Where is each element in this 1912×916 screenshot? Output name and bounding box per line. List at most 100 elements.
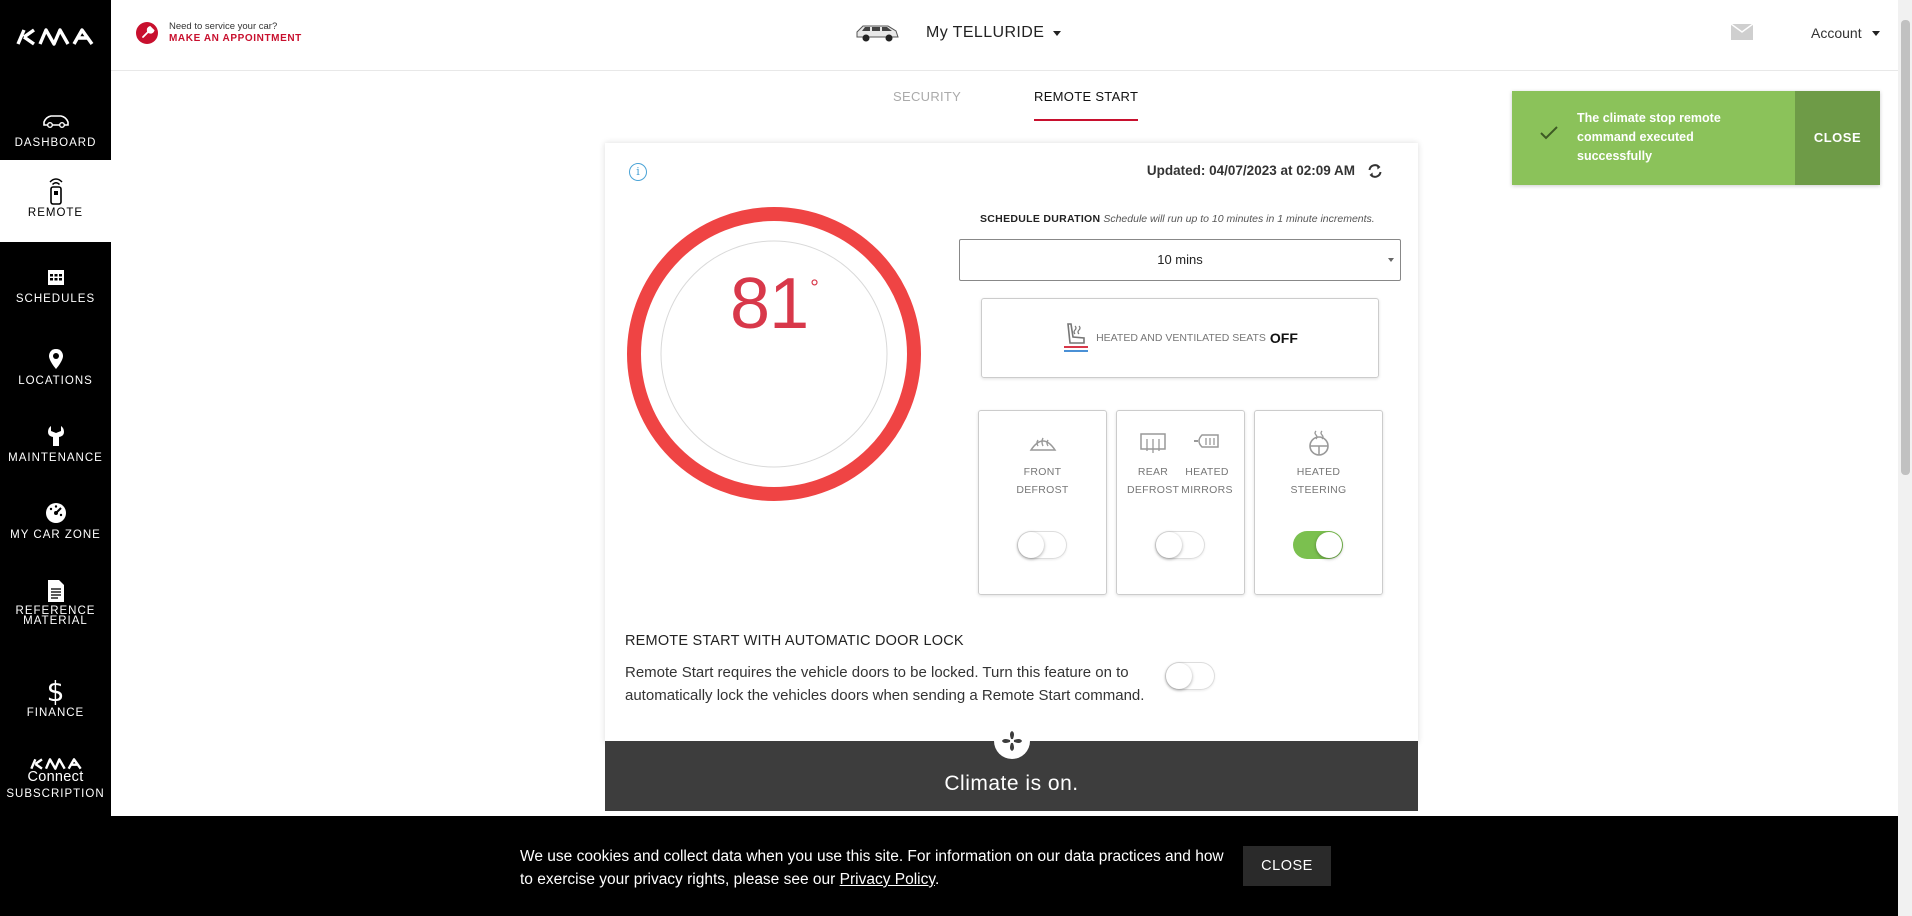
- service-text: Need to service your car? MAKE AN APPOIN…: [169, 21, 302, 45]
- tab-security[interactable]: SECURITY: [893, 89, 961, 104]
- temperature-number: 81: [730, 264, 809, 344]
- sidebar: DASHBOARD REMOTE SCHEDULES LOCATIONS MAI…: [0, 0, 111, 916]
- label-line-2: STEERING: [1290, 484, 1347, 496]
- sidebar-item-locations[interactable]: LOCATIONS: [0, 328, 111, 410]
- duration-select[interactable]: 10 mins: [959, 239, 1401, 281]
- door-lock-title: REMOTE START WITH AUTOMATIC DOOR LOCK: [625, 633, 964, 649]
- front-defrost-label: FRONT DEFROST: [979, 463, 1106, 499]
- sidebar-item-label: Connect SUBSCRIPTION: [0, 769, 111, 802]
- service-question: Need to service your car?: [169, 21, 278, 32]
- refresh-icon[interactable]: [1366, 162, 1384, 180]
- remote-key-icon: [0, 176, 111, 206]
- account-menu[interactable]: Account: [1811, 25, 1880, 41]
- heated-steering-icon: [1255, 429, 1382, 457]
- success-toast: The climate stop remote command executed…: [1512, 91, 1880, 185]
- sidebar-item-label: LOCATIONS: [18, 375, 93, 387]
- cookie-period: .: [934, 871, 940, 888]
- sidebar-item-maintenance[interactable]: MAINTENANCE: [0, 405, 111, 487]
- wrench-icon: [0, 421, 111, 451]
- heated-steering-label: HEATED STEERING: [1255, 463, 1382, 499]
- label-line-2: MATERIAL: [23, 615, 88, 627]
- front-defrost-option: FRONT DEFROST: [978, 410, 1107, 595]
- auto-door-lock-toggle[interactable]: [1165, 662, 1215, 690]
- seat-icon: [1064, 323, 1089, 352]
- schedule-duration-note: Schedule will run up to 10 minutes in 1 …: [1103, 213, 1375, 225]
- toggle-knob: [1156, 532, 1182, 558]
- label-line-1: REAR: [1137, 466, 1169, 478]
- cookie-banner: We use cookies and collect data when you…: [111, 816, 1912, 916]
- sidebar-item-connect-subscription[interactable]: Connect SUBSCRIPTION: [0, 745, 111, 827]
- heated-mirrors-label: HEATED MIRRORS: [1179, 463, 1235, 499]
- sidebar-item-remote[interactable]: REMOTE: [0, 160, 111, 242]
- location-pin-icon: [0, 344, 111, 374]
- chevron-down-icon: [1053, 30, 1062, 36]
- toggle-knob: [1166, 663, 1192, 689]
- privacy-policy-link[interactable]: Privacy Policy: [840, 871, 935, 888]
- scrollbar-thumb[interactable]: [1901, 20, 1910, 475]
- rear-defrost-icon: [1127, 429, 1179, 457]
- label-line-2: MIRRORS: [1181, 484, 1233, 496]
- sidebar-item-reference-material[interactable]: REFERENCE MATERIAL: [0, 560, 111, 642]
- tab-remote-start[interactable]: REMOTE START: [1034, 89, 1139, 121]
- chevron-down-icon: [1388, 258, 1394, 262]
- seats-status: OFF: [1269, 330, 1298, 346]
- door-lock-description: Remote Start requires the vehicle doors …: [625, 664, 1145, 704]
- sidebar-item-label: REFERENCE MATERIAL: [0, 605, 111, 627]
- label-line-1: HEATED: [1296, 466, 1341, 478]
- climate-status-bar: Climate is on.: [605, 723, 1418, 811]
- schedule-duration-label: SCHEDULE DURATION Schedule will run up t…: [980, 213, 1375, 225]
- heated-mirror-icon: [1179, 429, 1235, 457]
- cookie-close-button[interactable]: CLOSE: [1243, 846, 1331, 886]
- heated-mirrors-column: HEATED MIRRORS: [1179, 429, 1235, 499]
- speedometer-icon: [0, 498, 111, 528]
- document-icon: [0, 576, 111, 606]
- mail-icon[interactable]: [1730, 23, 1754, 40]
- rear-defrost-mirrors-option: REAR DEFROST HEATED MIRRORS: [1116, 410, 1245, 595]
- vehicle-thumbnail: [856, 25, 899, 42]
- rear-defrost-mirrors-toggle[interactable]: [1155, 531, 1205, 559]
- car-icon: [0, 106, 111, 136]
- temperature-gauge[interactable]: [626, 206, 922, 502]
- sidebar-item-finance[interactable]: $ FINANCE: [0, 660, 111, 742]
- calendar-icon: [0, 262, 111, 292]
- make-appointment-link[interactable]: MAKE AN APPOINTMENT: [169, 33, 302, 45]
- account-label: Account: [1811, 25, 1862, 41]
- sidebar-item-label: DASHBOARD: [14, 137, 97, 149]
- heated-steering-toggle[interactable]: [1293, 531, 1343, 559]
- service-appointment-link[interactable]: Need to service your car? MAKE AN APPOIN…: [135, 21, 302, 45]
- sidebar-item-label: MY CAR ZONE: [10, 529, 101, 541]
- service-wrench-icon: [136, 22, 158, 44]
- schedule-duration-title: SCHEDULE DURATION: [980, 213, 1101, 225]
- kia-logo[interactable]: [14, 22, 96, 52]
- climate-status-text: Climate is on.: [944, 772, 1079, 795]
- label-line-1: HEATED: [1185, 466, 1229, 478]
- vehicle-selector[interactable]: My TELLURIDE: [854, 22, 1062, 44]
- rear-defrost-label: REAR DEFROST: [1127, 463, 1179, 499]
- label-line-1: Connect: [27, 769, 84, 785]
- heated-steering-option: HEATED STEERING: [1254, 410, 1383, 595]
- vehicle-name: My TELLURIDE: [926, 24, 1045, 41]
- toast-close-button[interactable]: CLOSE: [1795, 91, 1880, 185]
- sidebar-item-label: SCHEDULES: [15, 293, 96, 305]
- sidebar-item-label: MAINTENANCE: [8, 452, 103, 464]
- page-scrollbar[interactable]: [1898, 0, 1912, 916]
- toggle-knob: [1316, 532, 1342, 558]
- temperature-value: 81°: [626, 263, 922, 345]
- toast-message: The climate stop remote command executed…: [1577, 111, 1721, 163]
- label-line-2: DEFROST: [1016, 484, 1069, 496]
- sidebar-item-label: REMOTE: [27, 207, 84, 219]
- fan-icon: [994, 723, 1030, 759]
- sidebar-item-schedules[interactable]: SCHEDULES: [0, 246, 111, 328]
- heated-steering-column: HEATED STEERING: [1255, 429, 1382, 499]
- front-defrost-toggle[interactable]: [1017, 531, 1067, 559]
- info-icon[interactable]: i: [629, 163, 647, 181]
- checkmark-icon: [1540, 126, 1558, 140]
- label-line-2: SUBSCRIPTION: [6, 788, 105, 800]
- dollar-icon: $: [46, 674, 65, 708]
- degree-symbol: °: [810, 275, 819, 300]
- sidebar-item-label: FINANCE: [26, 707, 85, 719]
- heated-ventilated-seats-button[interactable]: HEATED AND VENTILATED SEATS OFF: [981, 298, 1379, 378]
- toggle-knob: [1018, 532, 1044, 558]
- sidebar-item-my-car-zone[interactable]: MY CAR ZONE: [0, 482, 111, 564]
- front-defrost-icon: [979, 429, 1106, 457]
